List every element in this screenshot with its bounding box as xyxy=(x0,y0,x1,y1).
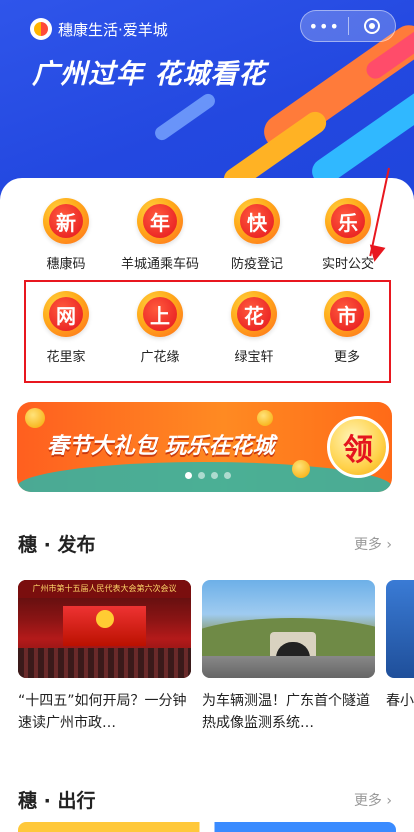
lantern-icon: 新 xyxy=(43,198,89,244)
promo-text: 春节大礼包 玩乐在花城 xyxy=(47,434,275,459)
service-label: 防疫登记 xyxy=(230,257,283,272)
news-title: “十四五”如何开局？一分钟速读广州市政… xyxy=(18,693,187,731)
news-title: 春小 xyxy=(386,693,414,709)
banner-title: 广州过年 花城看花 xyxy=(32,59,267,90)
travel-more-link[interactable]: 更多 › xyxy=(354,790,392,810)
claim-button[interactable]: 领 xyxy=(327,416,389,478)
emblem-icon xyxy=(96,610,114,628)
coin-icon xyxy=(292,460,310,478)
lantern-icon: 快 xyxy=(234,198,280,244)
target-icon xyxy=(363,18,380,34)
news-card-partial[interactable]: 春小 xyxy=(386,580,414,734)
carousel-dots xyxy=(185,472,231,479)
app-brand: 穗康生活·爱羊城 xyxy=(30,18,168,40)
news-card[interactable]: 为车辆测温！广东首个隧道热成像监测系统… xyxy=(202,580,375,734)
service-tile-realtime-bus[interactable]: 乐 实时公交 xyxy=(298,198,398,272)
app-logo-icon xyxy=(30,18,52,40)
travel-card-preview[interactable] xyxy=(18,822,396,832)
tunnel-icon xyxy=(270,632,316,658)
news-more-link[interactable]: 更多 › xyxy=(354,534,392,554)
news-card[interactable]: 广州市第十五届人民代表大会第六次会议 “十四五”如何开局？一分钟速读广州市政… xyxy=(18,580,191,734)
annotation-highlight-box xyxy=(24,280,391,383)
news-image: 广州市第十五届人民代表大会第六次会议 xyxy=(18,580,191,678)
decor-stripe xyxy=(152,91,218,143)
app-name: 穗康生活·爱羊城 xyxy=(58,20,168,39)
carousel-dot[interactable] xyxy=(185,472,192,479)
close-button[interactable] xyxy=(349,18,396,34)
coin-icon xyxy=(25,408,45,428)
service-tile-bus-code[interactable]: 年 羊城通乘车码 xyxy=(110,198,210,272)
more-menu-button[interactable]: ••• xyxy=(301,17,348,36)
carousel-dot[interactable] xyxy=(198,472,205,479)
service-label: 羊城通乘车码 xyxy=(120,257,199,272)
service-tile-suikang-code[interactable]: 新 穗康码 xyxy=(16,198,116,272)
section-title-travel: 穗 · 出行 xyxy=(18,790,96,812)
image-caption: 广州市第十五届人民代表大会第六次会议 xyxy=(18,580,191,598)
service-label: 实时公交 xyxy=(321,257,374,272)
lantern-icon: 年 xyxy=(137,198,183,244)
service-tile-epidemic-register[interactable]: 快 防疫登记 xyxy=(207,198,307,272)
carousel-dot[interactable] xyxy=(224,472,231,479)
news-title: 为车辆测温！广东首个隧道热成像监测系统… xyxy=(202,693,370,731)
carousel-dot[interactable] xyxy=(211,472,218,479)
section-title-news: 穗 · 发布 xyxy=(18,534,96,556)
coin-icon xyxy=(257,410,273,426)
lantern-icon: 乐 xyxy=(325,198,371,244)
news-image xyxy=(202,580,375,678)
promo-banner[interactable]: 春节大礼包 玩乐在花城 领 xyxy=(17,402,392,492)
service-label: 穗康码 xyxy=(46,257,86,272)
mini-program-capsule: ••• xyxy=(300,10,396,42)
annotation-arrow-head xyxy=(366,244,386,264)
news-image xyxy=(386,580,414,678)
